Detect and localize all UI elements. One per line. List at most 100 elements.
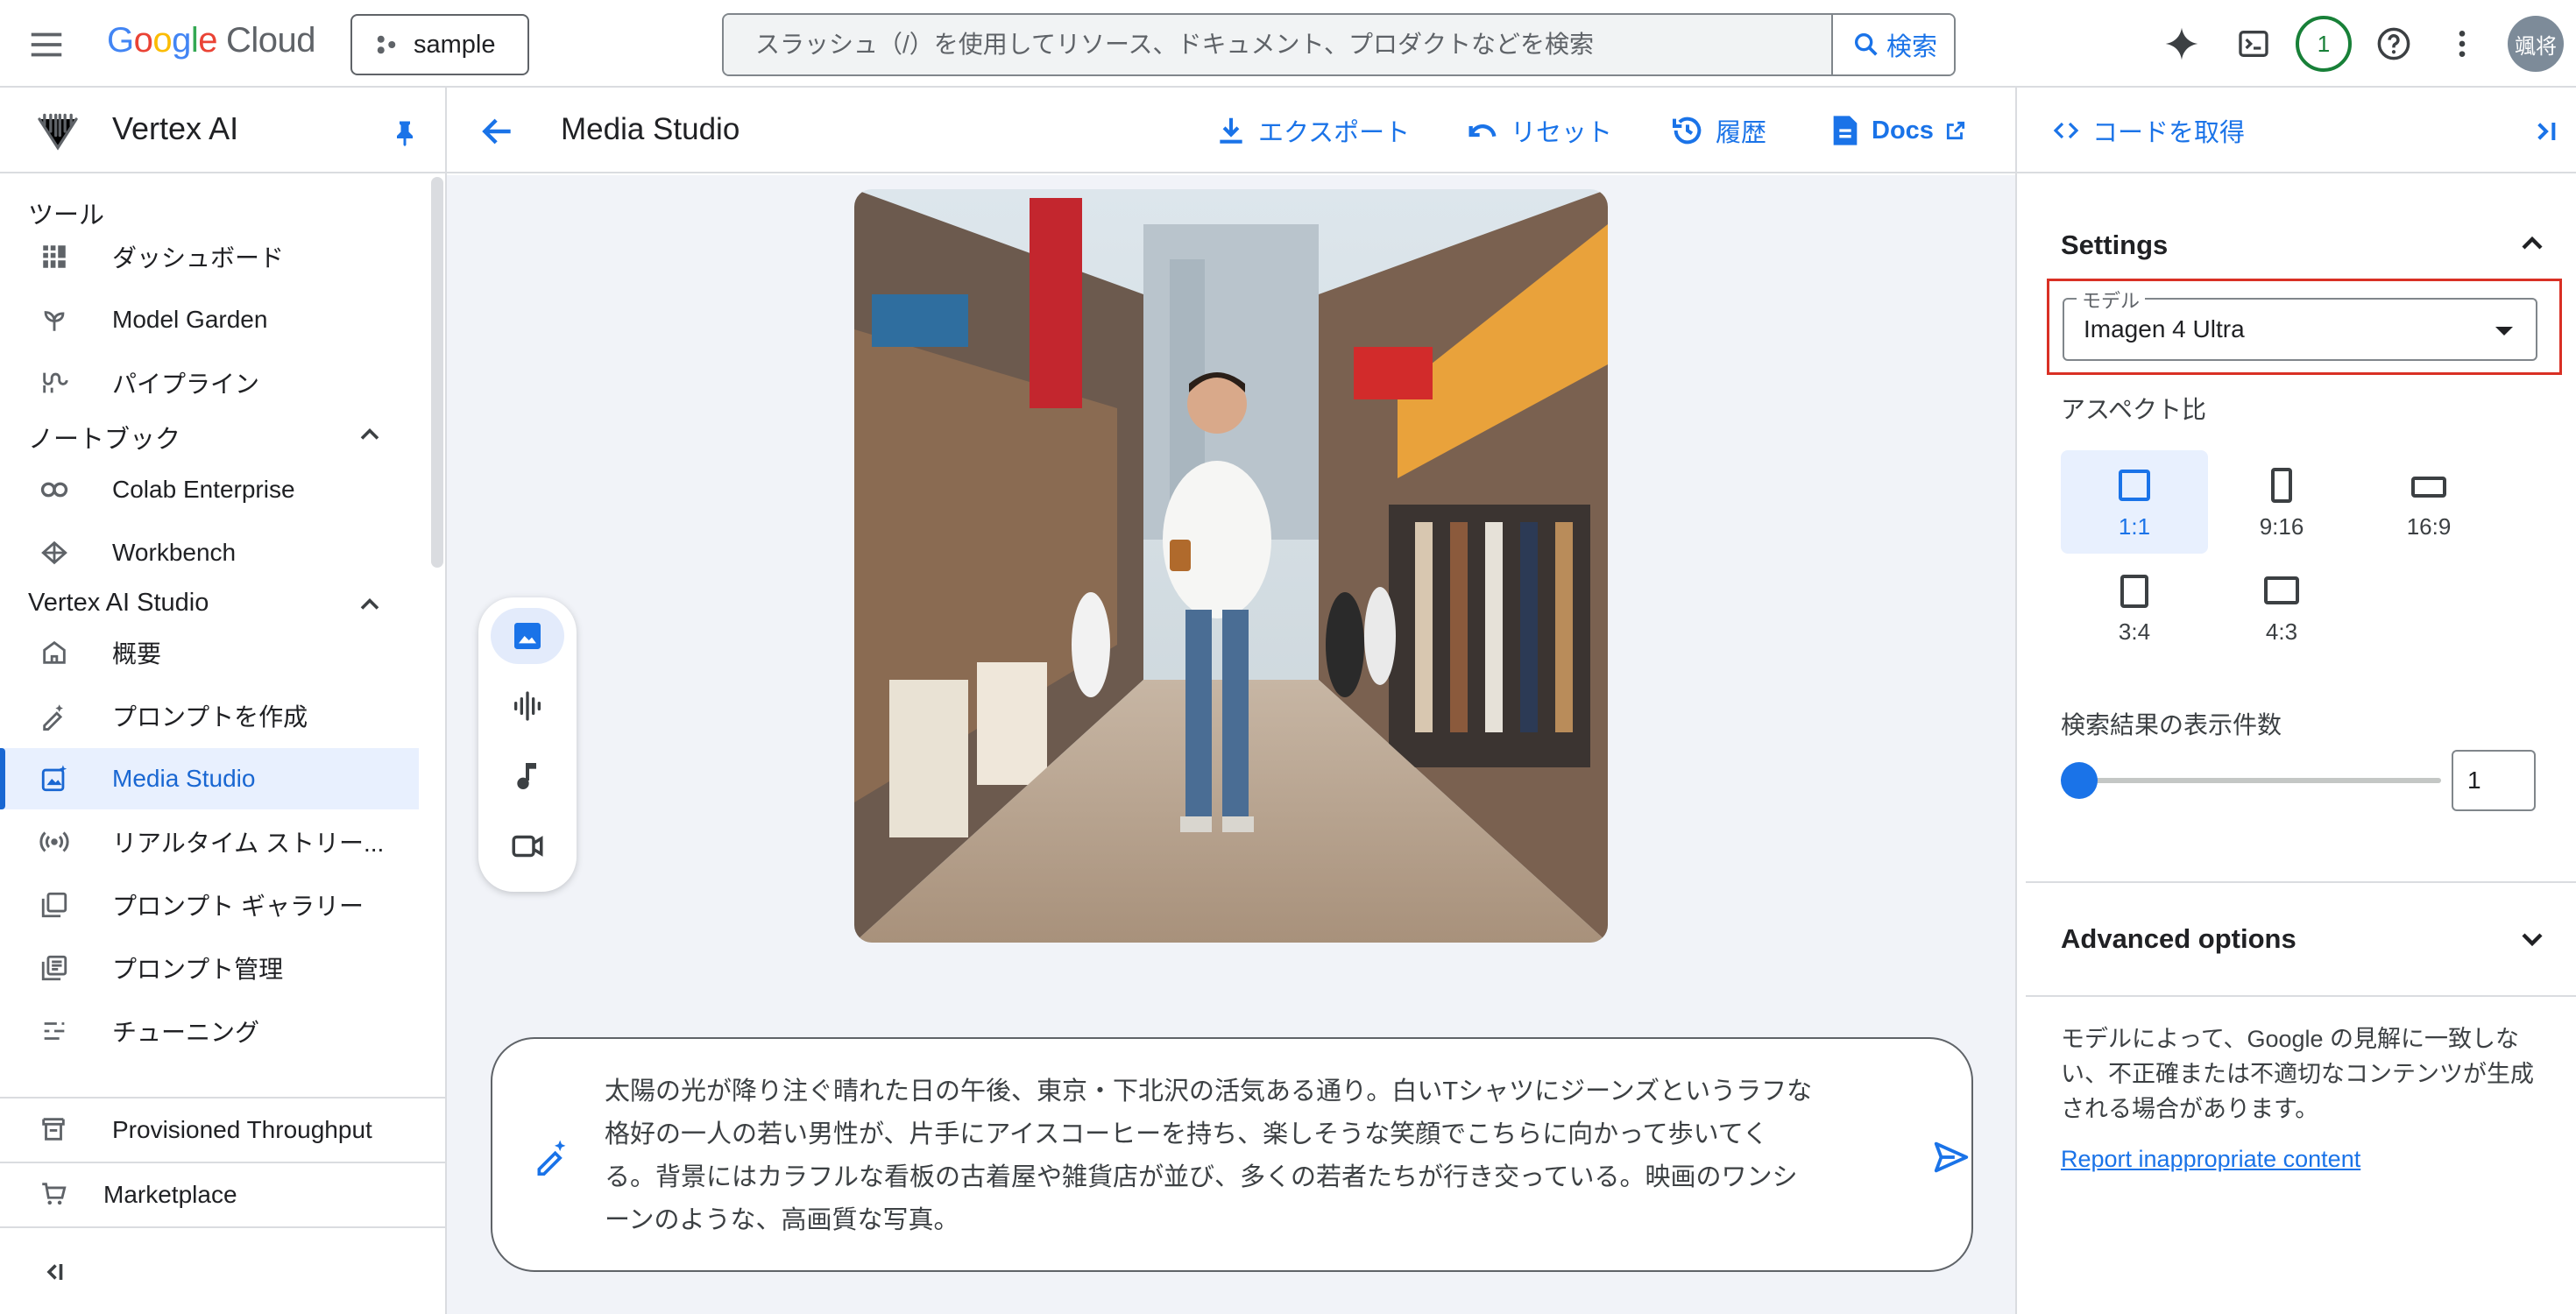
logo-cloud-text: Cloud <box>226 21 316 60</box>
prompt-text[interactable]: 太陽の光が降り注ぐ晴れた日の午後、東京・下北沢の活気ある通り。白いTシャツにジー… <box>605 1070 1814 1242</box>
sidebar-item-marketplace[interactable]: Marketplace <box>0 1162 445 1226</box>
search-button[interactable]: 検索 <box>1831 15 1954 74</box>
report-content-link[interactable]: Report inappropriate content <box>2061 1146 2360 1173</box>
collapse-panel-icon[interactable] <box>2529 114 2564 149</box>
sidebar-item-tuning[interactable]: チューニング <box>0 1000 419 1062</box>
model-select[interactable]: モデル Imagen 4 Ultra <box>2063 286 2537 361</box>
sidebar-item-prompt-gallery[interactable]: プロンプト ギャラリー <box>0 874 419 936</box>
dashboard-icon <box>39 241 70 272</box>
aspect-ratio-option-label: 4:3 <box>2265 618 2298 645</box>
throughput-icon <box>39 1114 70 1146</box>
export-button[interactable]: エクスポート <box>1214 109 1410 152</box>
aspect-ratio-option-label: 16:9 <box>2406 513 2452 540</box>
result-count-input[interactable] <box>2452 750 2536 811</box>
aspect-ratio-4-3[interactable]: 4:3 <box>2208 555 2355 659</box>
marketplace-icon <box>39 1179 70 1211</box>
advanced-options-title[interactable]: Advanced options <box>2061 923 2296 955</box>
export-label: エクスポート <box>1258 119 1411 147</box>
docs-label: Docs <box>1872 116 1934 145</box>
docs-link[interactable]: Docs <box>1829 109 1967 152</box>
sidebar-nav-list: ツール ダッシュボード Model Garden パイプライン ノートブック C… <box>0 175 429 1183</box>
chevron-down-icon[interactable] <box>2515 922 2550 957</box>
portrait-aspect-icon <box>2271 468 2292 503</box>
send-icon[interactable] <box>1931 1137 1971 1177</box>
help-icon[interactable] <box>2373 23 2415 65</box>
sidebar-item-workbench[interactable]: Workbench <box>0 522 419 583</box>
sidebar-item-label: Provisioned Throughput <box>112 1116 372 1143</box>
search-button-label: 検索 <box>1886 33 1937 61</box>
sidebar-item-label: ダッシュボード <box>112 244 285 272</box>
reset-button[interactable]: リセット <box>1465 109 1612 152</box>
sidebar-item-create-prompt[interactable]: プロンプトを作成 <box>0 685 419 746</box>
image-mode-button[interactable] <box>491 608 564 664</box>
divider <box>2026 881 2576 883</box>
collapse-sidebar-icon[interactable] <box>39 1256 70 1288</box>
aspect-ratio-1-1[interactable]: 1:1 <box>2061 450 2208 554</box>
sidebar-header: Vertex AI <box>0 88 445 173</box>
undo-icon <box>1465 113 1500 148</box>
pin-icon[interactable] <box>389 117 421 149</box>
result-count-slider-track[interactable] <box>2080 778 2441 783</box>
sidebar-item-dashboard[interactable]: ダッシュボード <box>0 226 419 287</box>
sidebar-item-colab-enterprise[interactable]: Colab Enterprise <box>0 459 419 520</box>
sidebar-item-media-studio[interactable]: Media Studio <box>0 748 419 809</box>
main-content: 太陽の光が降り注ぐ晴れた日の午後、東京・下北沢の活気ある通り。白いTシャツにジー… <box>447 175 2015 1314</box>
dropdown-caret-icon <box>2494 322 2515 340</box>
aspect-ratio-3-4[interactable]: 3:4 <box>2061 555 2208 659</box>
aspect-ratio-option-label: 3:4 <box>2118 618 2151 645</box>
prompt-input-box[interactable]: 太陽の光が降り注ぐ晴れた日の午後、東京・下北沢の活気ある通り。白いTシャツにジー… <box>491 1037 1973 1272</box>
gemini-sparkle-icon[interactable] <box>2161 23 2203 65</box>
sidebar-scrollbar-thumb[interactable] <box>431 177 443 568</box>
sidebar-item-label: パイプライン <box>112 371 260 398</box>
result-count-slider-thumb[interactable] <box>2061 762 2098 799</box>
get-code-button[interactable]: コードを取得 <box>2052 109 2245 152</box>
top-bar: Google Cloud sample 検索 1 颯将 <box>0 0 2576 88</box>
sidebar-item-realtime-streaming[interactable]: リアルタイム ストリー... <box>0 811 419 872</box>
search-bar: 検索 <box>722 13 1956 76</box>
sidebar-item-model-garden[interactable]: Model Garden <box>0 289 419 350</box>
sidebar-item-label: プロンプト管理 <box>112 956 284 983</box>
music-note-icon <box>510 759 545 794</box>
notifications-badge[interactable]: 1 <box>2296 16 2352 72</box>
aspect-ratio-16-9[interactable]: 16:9 <box>2355 450 2502 554</box>
landscape-aspect-icon <box>2411 477 2446 498</box>
history-label: 履歴 <box>1716 119 1767 147</box>
workbench-icon <box>39 537 70 569</box>
back-arrow-icon[interactable] <box>478 112 517 151</box>
sidebar-item-provisioned-throughput[interactable]: Provisioned Throughput <box>0 1097 445 1162</box>
aspect-ratio-option-label: 1:1 <box>2118 513 2151 540</box>
disclaimer-text: モデルによって、Google の見解に一致しない、不正確または不適切なコンテンツ… <box>2061 1026 2534 1122</box>
vertex-ai-logo-icon <box>33 107 82 156</box>
chevron-up-icon[interactable] <box>354 419 386 450</box>
sidebar-item-pipelines[interactable]: パイプライン <box>0 352 419 413</box>
generated-image[interactable] <box>854 189 1608 943</box>
sidebar-item-prompt-management[interactable]: プロンプト管理 <box>0 937 419 999</box>
google-cloud-logo[interactable]: Google Cloud <box>107 21 316 68</box>
music-mode-button[interactable] <box>491 748 564 804</box>
landscape-4-3-aspect-icon <box>2264 576 2299 604</box>
video-mode-button[interactable] <box>491 818 564 874</box>
project-picker-button[interactable]: sample <box>350 14 529 75</box>
chevron-up-icon[interactable] <box>354 589 386 620</box>
get-code-label: コードを取得 <box>2092 119 2246 147</box>
square-aspect-icon <box>2119 470 2150 501</box>
model-select-value: Imagen 4 Ultra <box>2084 315 2245 343</box>
avatar[interactable]: 颯将 <box>2508 16 2564 72</box>
sidebar-item-label: リアルタイム ストリー... <box>112 830 385 857</box>
logo-google-text: Google <box>107 21 218 60</box>
main-menu-icon[interactable] <box>26 25 67 65</box>
settings-panel-header: コードを取得 <box>2017 88 2576 173</box>
more-vert-icon[interactable] <box>2441 23 2483 65</box>
history-button[interactable]: 履歴 <box>1670 109 1766 152</box>
create-prompt-icon <box>39 700 70 731</box>
aspect-ratio-9-16[interactable]: 9:16 <box>2208 450 2355 554</box>
prompt-assist-icon[interactable] <box>533 1137 571 1176</box>
search-input[interactable] <box>724 15 1831 74</box>
audio-mode-button[interactable] <box>491 678 564 734</box>
sidebar-item-overview[interactable]: 概要 <box>0 622 419 683</box>
streaming-icon <box>39 826 70 858</box>
sidebar-item-label: Marketplace <box>103 1181 237 1208</box>
sidebar-item-label: Colab Enterprise <box>112 476 295 503</box>
cloud-shell-icon[interactable] <box>2233 23 2275 65</box>
chevron-up-icon[interactable] <box>2515 226 2550 261</box>
